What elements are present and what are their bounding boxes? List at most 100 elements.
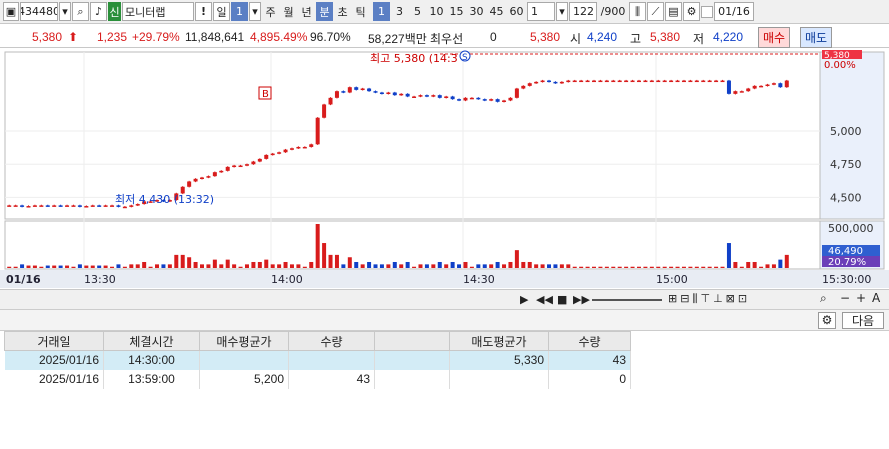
header-sell-qty: 수량 <box>548 331 631 351</box>
candle-body <box>386 92 391 95</box>
reset-button[interactable]: A <box>872 291 880 305</box>
period-month[interactable]: 월 <box>280 2 297 21</box>
volume-bar <box>457 264 462 268</box>
table-row[interactable]: 2025/01/16 14:30:00 5,330 43 <box>4 350 631 370</box>
stock-name[interactable]: 모니터랩 <box>122 2 194 21</box>
interval-5[interactable]: 5 <box>409 2 426 21</box>
candle-body <box>251 161 256 165</box>
scroll-right-icon[interactable]: ▶ <box>520 293 528 306</box>
volume-bar <box>579 266 584 268</box>
indicator-icon[interactable]: ⟋ <box>647 2 664 21</box>
volume-bar <box>302 266 307 268</box>
volume-bar <box>437 261 442 268</box>
period-dropdown-icon[interactable]: ▾ <box>249 2 261 21</box>
count-dropdown-icon[interactable]: ▾ <box>556 2 568 21</box>
candle-icon[interactable]: ⫼ <box>629 2 646 21</box>
volume-bar <box>681 266 686 268</box>
window-icon[interactable]: ▣ <box>3 2 19 21</box>
period-day[interactable]: 일 <box>213 2 230 21</box>
candle-body <box>701 80 706 83</box>
period-week[interactable]: 주 <box>262 2 279 21</box>
volume-bar <box>784 254 789 268</box>
search-icon[interactable]: ⌕ <box>72 2 89 21</box>
candle-body <box>527 83 532 86</box>
candle-body <box>559 81 564 84</box>
volume-bar <box>116 264 121 268</box>
zoom-in-button[interactable]: + <box>856 291 866 305</box>
rewind-icon[interactable]: ◀◀ <box>536 293 553 306</box>
drawing-tools-icon[interactable]: ⊞⊟⫼⊤⊥⊠⊡ <box>668 292 750 306</box>
interval-30[interactable]: 30 <box>467 2 486 21</box>
toolbar: ▣ 434480 ▾ ⌕ ♪ 신 모니터랩 ! 일 1 ▾ 주 월 년 분 초 … <box>0 0 889 24</box>
volume-bar <box>110 266 115 268</box>
cell-buy-avg: 5,200 <box>199 369 289 389</box>
new-badge: 신 <box>108 2 121 21</box>
candle-body <box>373 91 378 93</box>
candle-body <box>714 80 719 83</box>
stop-icon[interactable]: ■ <box>557 293 567 306</box>
candle-body <box>463 97 468 101</box>
code-input[interactable]: 434480 <box>20 2 58 21</box>
candle-body <box>354 87 359 90</box>
period-year[interactable]: 년 <box>298 2 315 21</box>
date-input[interactable]: 01/16 <box>714 2 754 21</box>
interval-10[interactable]: 10 <box>427 2 446 21</box>
period-minute[interactable]: 분 <box>316 2 333 21</box>
candle-body <box>643 80 648 83</box>
count-input[interactable]: 1 <box>527 2 555 21</box>
interval-3[interactable]: 3 <box>391 2 408 21</box>
next-button[interactable]: 다음 <box>842 312 884 329</box>
volume-bar <box>322 243 327 268</box>
volume-bar <box>180 254 185 268</box>
interval-60[interactable]: 60 <box>507 2 526 21</box>
volume-bar <box>232 264 237 268</box>
period-tick[interactable]: 틱 <box>352 2 369 21</box>
save-icon[interactable]: ▤ <box>665 2 682 21</box>
zoom-out-button[interactable]: − <box>840 291 850 305</box>
volume-bar <box>476 264 481 268</box>
period-number[interactable]: 1 <box>231 2 248 21</box>
candle-body <box>444 96 449 98</box>
sound-icon[interactable]: ♪ <box>90 2 107 21</box>
candle-body <box>264 154 269 159</box>
volume-bar <box>469 266 474 268</box>
grid-settings-icon[interactable]: ⚙ <box>818 312 836 329</box>
buy-button[interactable]: 매수 <box>758 27 791 48</box>
table-row[interactable]: 2025/01/16 13:59:00 5,200 43 0 <box>4 369 631 389</box>
candle-body <box>694 80 699 83</box>
volume-bar <box>508 261 513 268</box>
volume-bar <box>200 264 204 268</box>
volume-bar <box>155 264 160 268</box>
date-checkbox[interactable] <box>701 5 713 18</box>
interval-1[interactable]: 1 <box>373 2 390 21</box>
volume-bar <box>386 264 391 268</box>
volume-bar <box>379 264 384 268</box>
volume-bar <box>540 264 545 268</box>
alert-icon[interactable]: ! <box>195 2 212 21</box>
candle-body <box>412 96 417 98</box>
candle-body <box>508 97 513 101</box>
range-input[interactable]: 122 <box>569 2 597 21</box>
change-pct: +29.79% <box>132 30 180 44</box>
interval-15[interactable]: 15 <box>447 2 466 21</box>
candle-body <box>669 80 674 83</box>
zoom-search-icon[interactable]: ⌕ <box>820 291 827 306</box>
header-date: 거래일 <box>4 331 104 351</box>
price-chart[interactable]: 최고 5,380 (14:3 최저 4,430 (13:32) B S 5,38… <box>0 50 889 289</box>
candle-body <box>540 80 545 83</box>
candle-body <box>7 205 12 207</box>
interval-45[interactable]: 45 <box>487 2 506 21</box>
time-tick-date: 01/16 <box>6 273 41 286</box>
volume-bar <box>103 265 108 268</box>
settings-icon[interactable]: ⚙ <box>683 2 700 21</box>
forward-icon[interactable]: ▶▶ <box>573 293 590 306</box>
period-second[interactable]: 초 <box>334 2 351 21</box>
cell-buy-avg <box>199 350 289 370</box>
sell-button[interactable]: 매도 <box>800 27 833 48</box>
code-dropdown-icon[interactable]: ▾ <box>59 2 71 21</box>
volume-tag-label: 46,490 <box>828 246 863 257</box>
change: 1,235 <box>97 30 128 44</box>
volume-bar <box>424 264 429 268</box>
zoom-slider[interactable] <box>592 299 662 301</box>
candle-body <box>244 164 249 166</box>
